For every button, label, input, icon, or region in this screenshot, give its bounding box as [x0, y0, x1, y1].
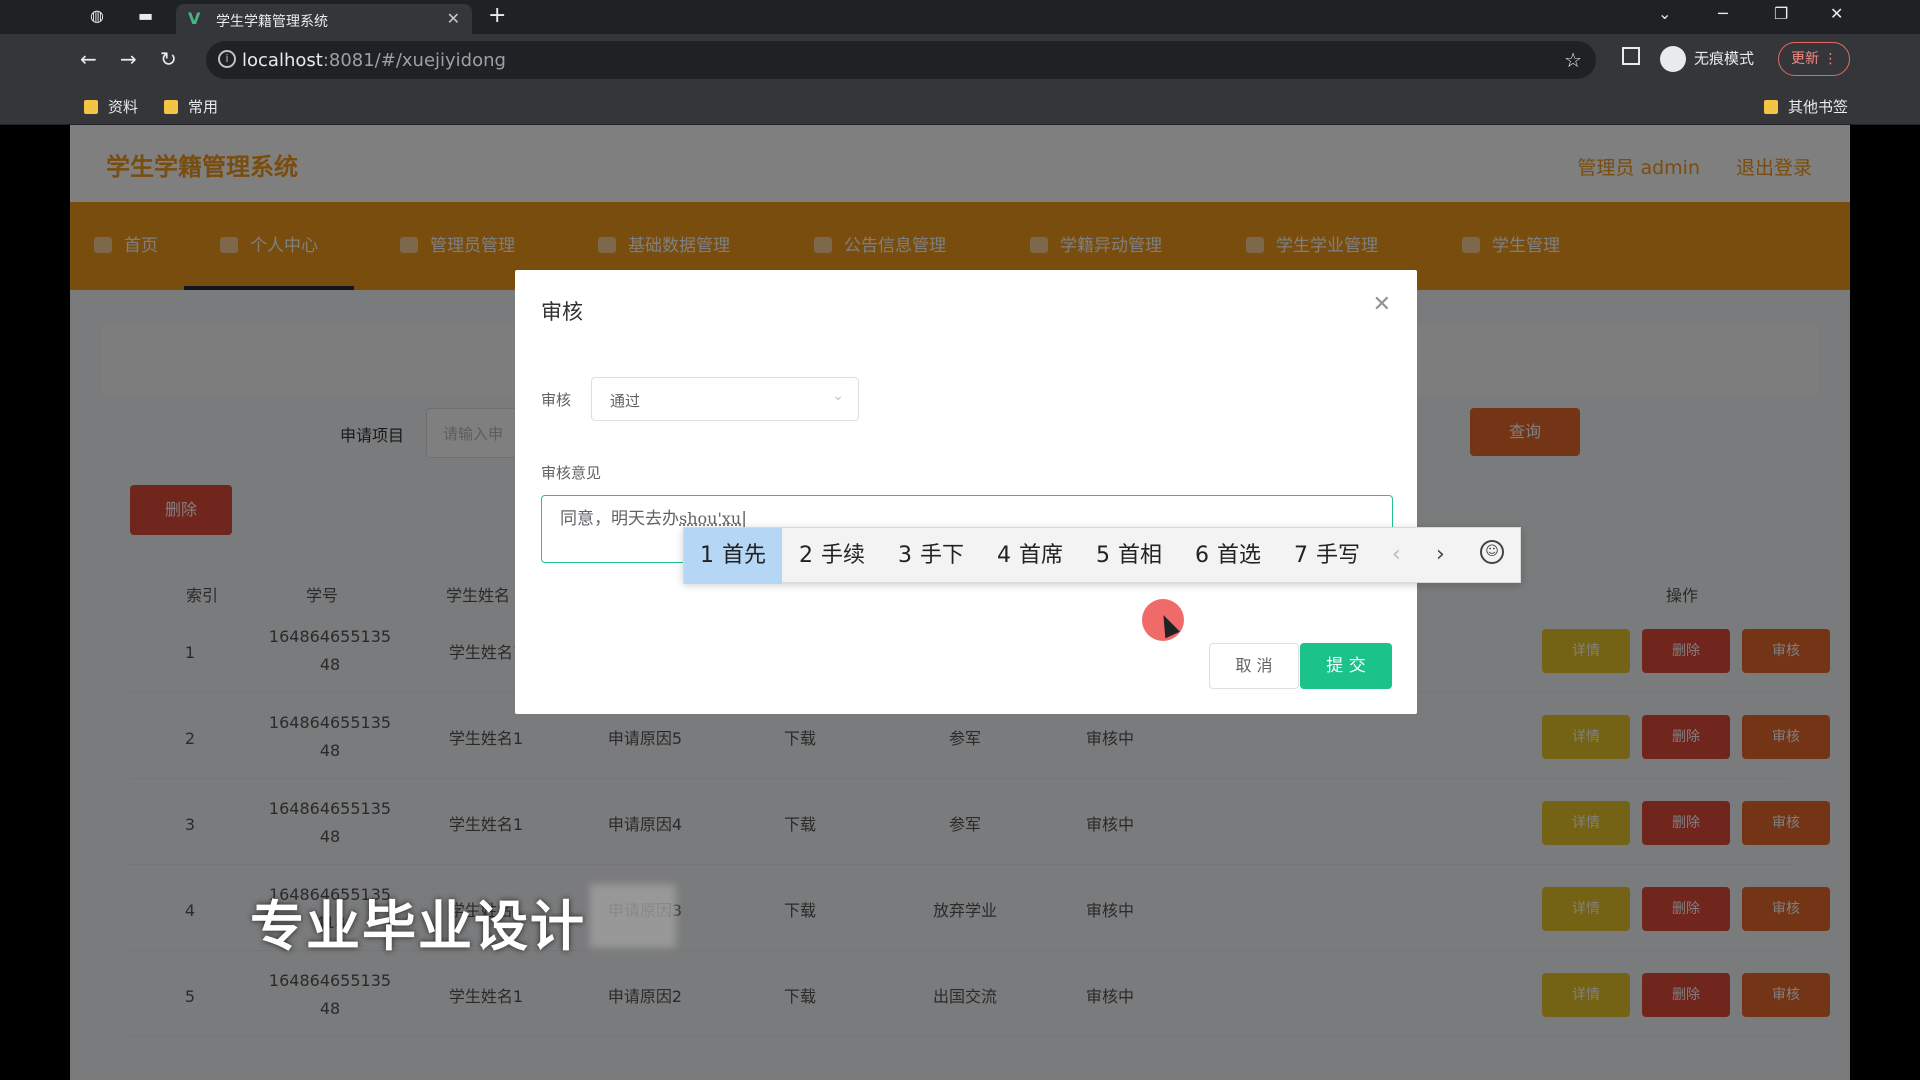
ime-composition: shou'xu [679, 509, 742, 528]
ime-candidate[interactable]: 5 首相 [1080, 528, 1178, 584]
incognito-avatar [1660, 46, 1686, 72]
tab-strip: ◍ ▬ V 学生学籍管理系统 ✕ + ⌄ ─ ❐ ✕ [0, 0, 1920, 34]
opinion-label: 审核意见 [541, 464, 602, 482]
ime-prev-icon[interactable]: ‹ [1392, 542, 1401, 567]
ime-candidate[interactable]: 6 首选 [1179, 528, 1277, 584]
ime-next-icon[interactable]: › [1436, 542, 1445, 567]
bookmark-folder[interactable]: 资料 [84, 96, 138, 117]
emoji-icon[interactable]: ☺ [1480, 540, 1504, 564]
blurred-watermark-area [590, 884, 676, 948]
ime-candidate[interactable]: 7 手写 [1278, 528, 1376, 584]
bookmark-folder[interactable]: 常用 [164, 96, 218, 117]
browser-chrome: ◍ ▬ V 学生学籍管理系统 ✕ + ⌄ ─ ❐ ✕ ← → ↻ i local… [0, 0, 1920, 125]
side-panel-icon[interactable] [1622, 47, 1640, 65]
close-window-icon[interactable]: ✕ [1830, 4, 1843, 23]
bookmarks-bar: 资料 常用 其他书签 [0, 86, 1920, 125]
new-tab-icon[interactable]: + [488, 3, 506, 28]
reload-icon[interactable]: ↻ [160, 47, 177, 71]
bookmark-star-icon[interactable]: ☆ [1564, 48, 1582, 72]
cancel-button[interactable]: 取 消 [1209, 643, 1299, 689]
vue-logo-icon: V [188, 9, 201, 28]
url-text: localhost:8081/#/xuejiyidong [242, 50, 506, 71]
dialog-title: 审核 [541, 300, 583, 324]
browser-tab[interactable]: V 学生学籍管理系统 ✕ [176, 4, 472, 34]
folder-icon [84, 100, 98, 114]
submit-button[interactable]: 提 交 [1300, 643, 1392, 689]
audit-dialog: 审核 ✕ 审核 通过 ⌄ 审核意见 同意，明天去办shou'xu| 取 消 提 … [515, 270, 1417, 714]
other-bookmarks[interactable]: 其他书签 [1764, 96, 1848, 117]
tab-search-icon[interactable]: ⌄ [1658, 4, 1671, 23]
folder-icon [164, 100, 178, 114]
site-info-icon[interactable]: i [218, 50, 236, 68]
address-bar[interactable]: i localhost:8081/#/xuejiyidong ☆ [206, 41, 1596, 79]
folder-icon [1764, 100, 1778, 114]
tab-close-icon[interactable]: ✕ [447, 9, 460, 28]
ime-candidate[interactable]: 2 手续 [783, 528, 881, 584]
audit-select-value: 通过 [610, 392, 641, 410]
opinion-text: 同意，明天去办 [560, 509, 679, 529]
right-black-border [1850, 125, 1920, 1080]
close-icon[interactable]: ✕ [1373, 292, 1391, 317]
ime-candidate[interactable]: 3 手下 [882, 528, 980, 584]
chevron-down-icon: ⌄ [832, 388, 844, 404]
window-icon[interactable]: ▬ [138, 6, 153, 25]
ime-candidate[interactable]: 4 首席 [981, 528, 1079, 584]
watermark-text: 专业毕业设计 [250, 895, 586, 958]
minimize-icon[interactable]: ─ [1718, 4, 1728, 23]
audit-select[interactable]: 通过 ⌄ [591, 377, 859, 421]
browser-toolbar: ← → ↻ i localhost:8081/#/xuejiyidong ☆ 无… [0, 34, 1920, 86]
ime-candidate[interactable]: 1 首先 [684, 528, 783, 584]
update-button[interactable]: 更新 ⋮ [1778, 42, 1850, 76]
tab-title: 学生学籍管理系统 [216, 14, 328, 30]
ime-candidate-bar: 1 首先 2 手续 3 手下 4 首席 5 首相 6 首选 7 手写 ‹ › ☺ [683, 527, 1521, 584]
globe-icon[interactable]: ◍ [90, 6, 104, 25]
audit-label: 审核 [541, 391, 572, 409]
restore-icon[interactable]: ❐ [1774, 4, 1788, 23]
left-black-border [0, 125, 70, 1080]
forward-icon[interactable]: → [120, 47, 137, 71]
incognito-indicator[interactable]: 无痕模式 [1660, 46, 1754, 72]
back-icon[interactable]: ← [80, 47, 97, 71]
